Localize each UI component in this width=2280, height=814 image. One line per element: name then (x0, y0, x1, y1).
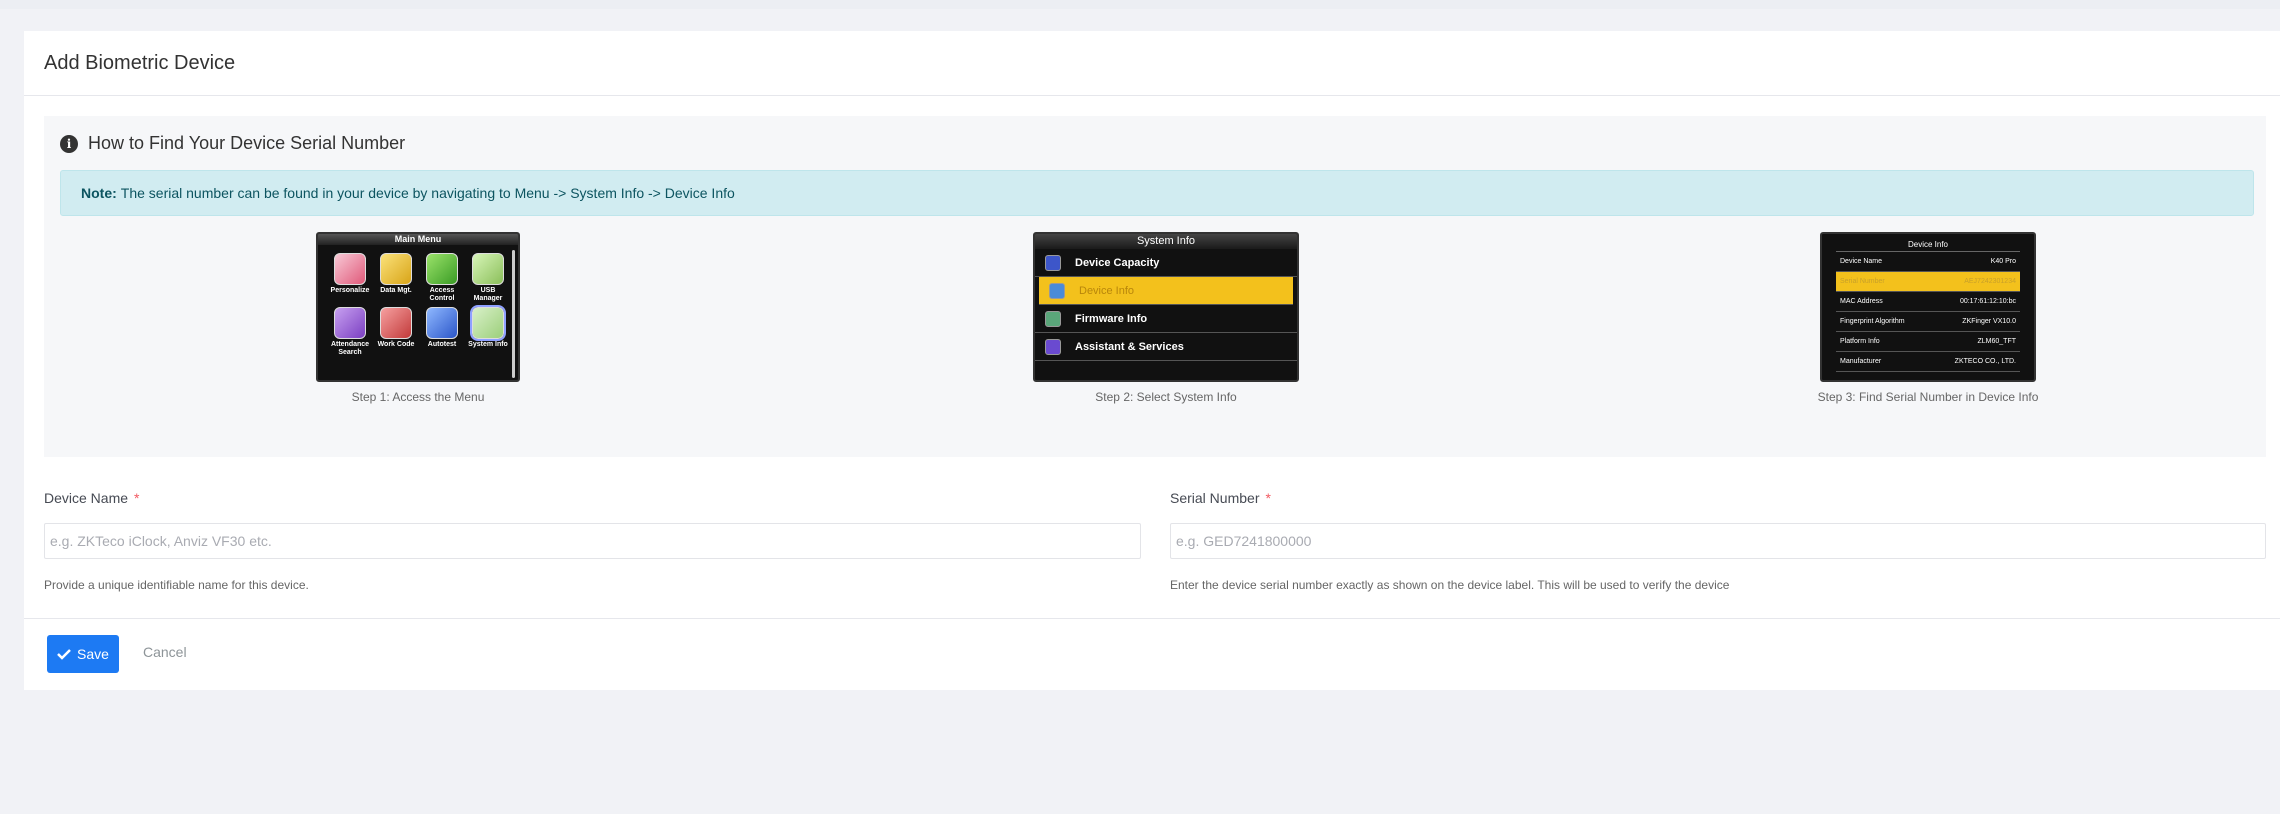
menu-item: Access Control (420, 253, 464, 303)
serial-number-input[interactable] (1170, 523, 2266, 559)
menu-item: Data Mgt. (374, 253, 418, 303)
device-info-icon (1049, 282, 1065, 299)
serial-number-group: Serial Number* Enter the device serial n… (1170, 490, 2266, 592)
actions-divider (24, 618, 2280, 619)
check-icon (57, 649, 71, 660)
info-row: MAC Address 00:17:61:12:10:bc (1836, 292, 2020, 312)
screen-title: System Info (1035, 234, 1297, 249)
menu-row: Firmware Info (1035, 305, 1297, 333)
step-caption: Step 3: Find Serial Number in Device Inf… (1817, 390, 2039, 404)
info-row: Platform Info ZLM60_TFT (1836, 332, 2020, 352)
usb-manager-icon (472, 253, 504, 285)
device-name-help: Provide a unique identifiable name for t… (44, 578, 309, 592)
menu-item: USB Manager (466, 253, 510, 303)
help-title-text: How to Find Your Device Serial Number (88, 133, 406, 153)
access-control-icon (426, 253, 458, 285)
step-1-screenshot: Main Menu Personalize Data Mgt. Access C… (316, 232, 520, 382)
step-caption: Step 2: Select System Info (1095, 390, 1237, 404)
menu-item: Attendance Search (328, 307, 372, 357)
note-alert: Note: The serial number can be found in … (60, 170, 2254, 216)
menu-row-selected: Device Info (1039, 277, 1293, 305)
system-info-icon (470, 305, 506, 341)
step-caption: Step 1: Access the Menu (351, 390, 485, 404)
step-3: Device Info Device Name K40 Pro Serial Nu… (1768, 232, 2088, 404)
add-device-card: Add Biometric Device i How to Find Your … (24, 31, 2280, 690)
info-row: Device Name K40 Pro (1836, 252, 2020, 272)
data-mgt-icon (380, 253, 412, 285)
screen-title: Device Info (1836, 240, 2020, 252)
serial-number-label: Serial Number * (1170, 490, 1271, 506)
info-row: Fingerprint Algorithm ZKFinger VX10.0 (1836, 312, 2020, 332)
note-text: The serial number can be found in your d… (120, 185, 735, 201)
device-name-label: Device Name * (44, 490, 140, 506)
info-row: Manufacturer ZKTECO CO., LTD. (1836, 352, 2020, 372)
menu-item: Personalize (328, 253, 372, 303)
info-row-selected: Serial Number AEJ7242301234 (1836, 272, 2020, 292)
serial-number-help: Enter the device serial number exactly a… (1170, 578, 1730, 592)
assistant-services-icon (1045, 338, 1061, 355)
work-code-icon (380, 307, 412, 339)
page-title: Add Biometric Device (44, 51, 236, 74)
note-prefix: Note: (81, 185, 117, 201)
info-circle-icon: i (60, 134, 78, 153)
save-button[interactable]: Save (47, 635, 119, 673)
menu-item-selected: System Info (466, 305, 510, 357)
device-name-group: Device Name* Provide a unique identifiab… (44, 490, 1141, 592)
step-3-screenshot: Device Info Device Name K40 Pro Serial Nu… (1820, 232, 2036, 382)
card-header: Add Biometric Device (24, 31, 2280, 96)
firmware-info-icon (1045, 310, 1061, 327)
menu-row: Assistant & Services (1035, 333, 1297, 361)
attendance-search-icon (334, 307, 366, 339)
serial-help-panel: i How to Find Your Device Serial Number … (44, 116, 2266, 457)
autotest-icon (426, 307, 458, 339)
menu-row: Device Capacity (1035, 249, 1297, 277)
device-name-input[interactable] (44, 523, 1141, 559)
required-mark: * (134, 490, 140, 506)
top-strip (0, 0, 2280, 9)
help-title: i How to Find Your Device Serial Number (60, 133, 405, 154)
screen-scrollbar (512, 250, 515, 378)
menu-item: Work Code (374, 307, 418, 357)
device-capacity-icon (1045, 254, 1061, 271)
cancel-link[interactable]: Cancel (143, 644, 187, 660)
personalize-icon (334, 253, 366, 285)
step-1: Main Menu Personalize Data Mgt. Access C… (313, 232, 523, 404)
required-mark: * (1265, 490, 1271, 506)
step-2: System Info Device Capacity Device Info … (1021, 232, 1311, 404)
menu-item: Autotest (420, 307, 464, 357)
save-label: Save (77, 646, 109, 662)
step-2-screenshot: System Info Device Capacity Device Info … (1033, 232, 1299, 382)
screen-title: Main Menu (318, 234, 518, 245)
